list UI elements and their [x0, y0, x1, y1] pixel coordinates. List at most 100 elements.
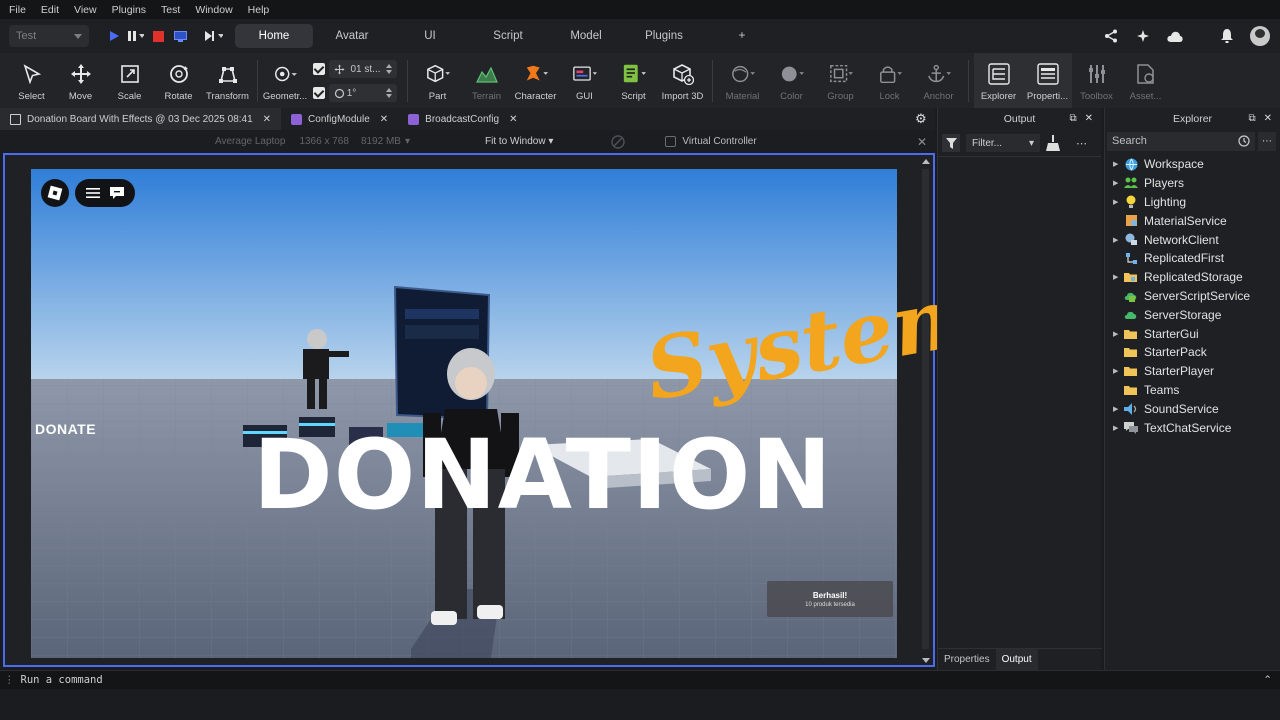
close-icon[interactable]: ✕	[917, 135, 927, 149]
import-3d-tool[interactable]: Import 3D	[658, 53, 707, 108]
close-icon[interactable]: ✕	[380, 114, 388, 125]
expand-arrow-icon[interactable]: ▶	[1113, 273, 1124, 281]
fit-to-window-select[interactable]: Fit to Window ▾	[485, 136, 553, 147]
select-tool[interactable]: Select	[7, 53, 56, 108]
gear-icon[interactable]: ⚙	[915, 112, 929, 126]
share-button[interactable]	[1102, 27, 1120, 45]
explorer-tool[interactable]: Explorer	[974, 53, 1023, 108]
gui-tool[interactable]: GUI	[560, 53, 609, 108]
virtual-controller-checkbox[interactable]	[665, 136, 677, 147]
material-tool[interactable]: Material	[718, 53, 767, 108]
tree-item-replicatedfirst[interactable]: ReplicatedFirst	[1105, 249, 1280, 268]
expand-arrow-icon[interactable]: ▶	[1113, 160, 1124, 168]
tree-item-serverscriptservice[interactable]: ServerScriptService	[1105, 287, 1280, 306]
tab-avatar[interactable]: Avatar	[313, 24, 391, 48]
expand-arrow-icon[interactable]: ▶	[1113, 198, 1124, 206]
scroll-thumb[interactable]	[922, 169, 929, 649]
scale-tool[interactable]: Scale	[105, 53, 154, 108]
command-input[interactable]: Run a command	[21, 674, 103, 686]
close-icon[interactable]: ✕	[1085, 113, 1093, 124]
tree-item-teams[interactable]: Teams	[1105, 381, 1280, 400]
character-tool[interactable]: Character	[511, 53, 560, 108]
menu-help[interactable]: Help	[248, 4, 270, 16]
scroll-up-icon[interactable]	[922, 159, 930, 164]
close-icon[interactable]: ✕	[1264, 113, 1272, 124]
color-tool[interactable]: Color	[767, 53, 816, 108]
close-icon[interactable]: ✕	[263, 114, 271, 125]
scene-render[interactable]: DONATE DONATION Berhasil! 10 produk ters…	[31, 169, 897, 658]
more-options-icon[interactable]: ⋯	[1258, 131, 1276, 151]
properties-tool[interactable]: Properti...	[1023, 53, 1072, 108]
expand-arrow-icon[interactable]: ▶	[1113, 405, 1124, 413]
command-bar[interactable]: ⋮ Run a command ⌃	[0, 670, 1280, 689]
scroll-down-icon[interactable]	[922, 658, 930, 663]
tree-item-replicatedstorage[interactable]: ▶ ReplicatedStorage	[1105, 268, 1280, 287]
chevron-up-icon[interactable]: ⌃	[1263, 674, 1272, 686]
tree-item-starterpack[interactable]: StarterPack	[1105, 343, 1280, 362]
virtual-controller-toggle[interactable]: Virtual Controller	[665, 136, 757, 147]
script-tool[interactable]: Script	[609, 53, 658, 108]
popout-icon[interactable]: ⧉	[1069, 113, 1076, 124]
move-snap-field[interactable]: 01 st...	[329, 60, 397, 78]
move-tool[interactable]: Move	[56, 53, 105, 108]
rotate-snap-field[interactable]: 1°	[329, 84, 397, 102]
toolbox-tool[interactable]: Toolbox	[1072, 53, 1121, 108]
game-viewport[interactable]: DONATE DONATION Berhasil! 10 produk ters…	[3, 153, 935, 667]
rotate-tool[interactable]: Rotate	[154, 53, 203, 108]
asset-manager-tool[interactable]: Asset...	[1121, 53, 1170, 108]
transform-tool[interactable]: Transform	[203, 53, 252, 108]
expand-arrow-icon[interactable]: ▶	[1113, 330, 1124, 338]
pause-button[interactable]	[125, 25, 147, 47]
viewport-scrollbar[interactable]	[921, 159, 930, 663]
tree-item-startergui[interactable]: ▶ StarterGui	[1105, 324, 1280, 343]
tree-item-networkclient[interactable]: ▶ NetworkClient	[1105, 230, 1280, 249]
chevron-down-icon[interactable]: ▾	[405, 136, 410, 147]
client-server-button[interactable]	[169, 25, 191, 47]
play-button[interactable]	[103, 25, 125, 47]
tab-plugins[interactable]: Plugins	[625, 24, 703, 48]
emulated-device[interactable]: Average Laptop	[215, 136, 285, 147]
tab-ui[interactable]: UI	[391, 24, 469, 48]
orientation-icon[interactable]	[611, 134, 626, 149]
explorer-search-input[interactable]: Search	[1107, 131, 1255, 151]
tree-item-starterplayer[interactable]: ▶ StarterPlayer	[1105, 362, 1280, 381]
geometry-tool[interactable]: Geometr...	[263, 53, 307, 108]
move-snap-checkbox[interactable]	[313, 63, 325, 75]
notifications-button[interactable]	[1218, 27, 1236, 45]
doc-tab-configmodule[interactable]: ConfigModule ✕	[281, 108, 398, 130]
tree-item-workspace[interactable]: ▶ Workspace	[1105, 155, 1280, 174]
tab-properties[interactable]: Properties	[938, 649, 996, 671]
expand-arrow-icon[interactable]: ▶	[1113, 236, 1124, 244]
tree-item-materialservice[interactable]: MaterialService	[1105, 211, 1280, 230]
menu-test[interactable]: Test	[161, 4, 180, 16]
test-mode-select[interactable]: Test	[9, 25, 89, 47]
add-tab-button[interactable]: +	[703, 24, 781, 48]
close-icon[interactable]: ✕	[509, 114, 517, 125]
expand-arrow-icon[interactable]: ▶	[1113, 179, 1124, 187]
terrain-tool[interactable]: Terrain	[462, 53, 511, 108]
menu-view[interactable]: View	[74, 4, 97, 16]
anchor-tool[interactable]: Anchor	[914, 53, 963, 108]
donate-button-label[interactable]: DONATE	[35, 421, 96, 437]
output-filter-select[interactable]: Filter... ▾	[966, 134, 1040, 152]
user-avatar[interactable]	[1250, 26, 1270, 46]
step-button[interactable]	[203, 25, 225, 47]
more-options-icon[interactable]: ⋯	[1076, 137, 1087, 150]
cloud-button[interactable]	[1166, 27, 1184, 45]
rotate-snap-checkbox[interactable]	[313, 87, 325, 99]
doc-tab-broadcastconfig[interactable]: BroadcastConfig ✕	[398, 108, 527, 130]
clear-output-icon[interactable]	[1046, 135, 1060, 151]
tree-item-serverstorage[interactable]: ServerStorage	[1105, 305, 1280, 324]
tree-item-textchatservice[interactable]: ▶ TextChatService	[1105, 418, 1280, 437]
tree-item-soundservice[interactable]: ▶ SoundService	[1105, 399, 1280, 418]
part-tool[interactable]: Part	[413, 53, 462, 108]
menu-edit[interactable]: Edit	[41, 4, 59, 16]
menu-plugins[interactable]: Plugins	[112, 4, 146, 16]
tab-script[interactable]: Script	[469, 24, 547, 48]
expand-arrow-icon[interactable]: ▶	[1113, 367, 1124, 375]
drag-handle-icon[interactable]: ⋮	[4, 674, 15, 686]
lock-tool[interactable]: Lock	[865, 53, 914, 108]
stop-button[interactable]	[147, 25, 169, 47]
tab-output[interactable]: Output	[995, 648, 1038, 671]
filter-button[interactable]	[942, 134, 960, 152]
